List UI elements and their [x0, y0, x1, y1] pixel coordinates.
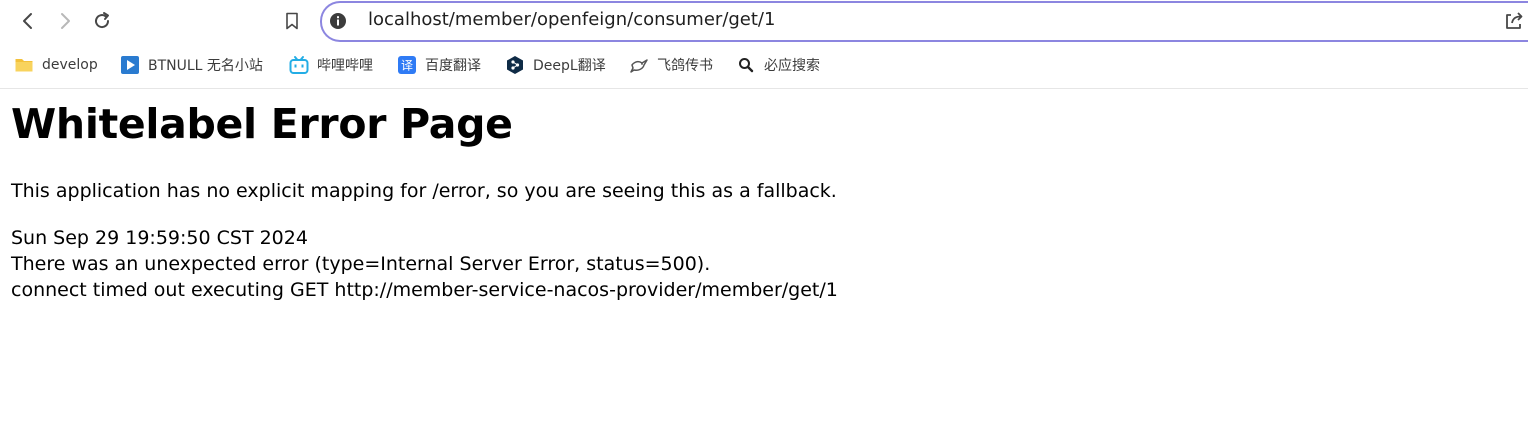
bookmark-label: 百度翻译	[425, 58, 481, 74]
bookmark-btnull[interactable]: BTNULL 无名小站	[120, 54, 263, 76]
error-type-line: There was an unexpected error (type=Inte…	[11, 253, 711, 275]
share-icon[interactable]	[1503, 10, 1525, 32]
bookmark-label: 必应搜索	[764, 58, 820, 74]
bookmark-label: 飞鸽传书	[657, 58, 713, 74]
bookmark-label: develop	[42, 57, 98, 73]
bookmark-develop[interactable]: develop	[14, 54, 98, 76]
back-button[interactable]	[13, 6, 43, 36]
url-text[interactable]: localhost/member/openfeign/consumer/get/…	[368, 9, 775, 30]
search-icon	[736, 55, 756, 75]
forward-button[interactable]	[50, 6, 80, 36]
bookmark-feige[interactable]: 飞鸽传书	[629, 54, 713, 76]
bookmark-label: DeepL翻译	[533, 58, 606, 74]
deepl-icon	[505, 55, 525, 75]
chevron-right-icon	[61, 13, 70, 29]
bookmark-icon	[286, 12, 298, 30]
error-timestamp: Sun Sep 29 19:59:50 CST 2024	[11, 227, 308, 249]
bookmark-label: BTNULL 无名小站	[148, 58, 263, 74]
bookmark-bilibili[interactable]: 哔哩哔哩	[289, 54, 373, 76]
translate-icon: 译	[397, 55, 417, 75]
chevron-left-icon	[23, 13, 32, 29]
bookmarks-bar: develop BTNULL 无名小站 哔哩哔哩 译 百度翻译 DeepL翻译 …	[0, 43, 1528, 89]
reload-icon	[95, 12, 110, 29]
bookmark-bing[interactable]: 必应搜索	[736, 54, 820, 76]
svg-text:译: 译	[401, 59, 413, 73]
info-icon[interactable]	[329, 12, 347, 30]
browser-toolbar: localhost/member/openfeign/consumer/get/…	[0, 0, 1528, 43]
page-title: Whitelabel Error Page	[11, 100, 513, 148]
error-message: This application has no explicit mapping…	[11, 180, 837, 202]
bookmark-label: 哔哩哔哩	[317, 58, 373, 74]
error-detail-line: connect timed out executing GET http://m…	[11, 279, 838, 301]
play-icon	[120, 55, 140, 75]
bookmark-button[interactable]	[277, 6, 307, 36]
folder-icon	[14, 55, 34, 75]
bookmark-baidu-translate[interactable]: 译 百度翻译	[397, 54, 481, 76]
bilibili-icon	[289, 55, 309, 75]
reload-button[interactable]	[87, 6, 117, 36]
bookmark-deepl[interactable]: DeepL翻译	[505, 54, 606, 76]
pigeon-icon	[629, 55, 649, 75]
